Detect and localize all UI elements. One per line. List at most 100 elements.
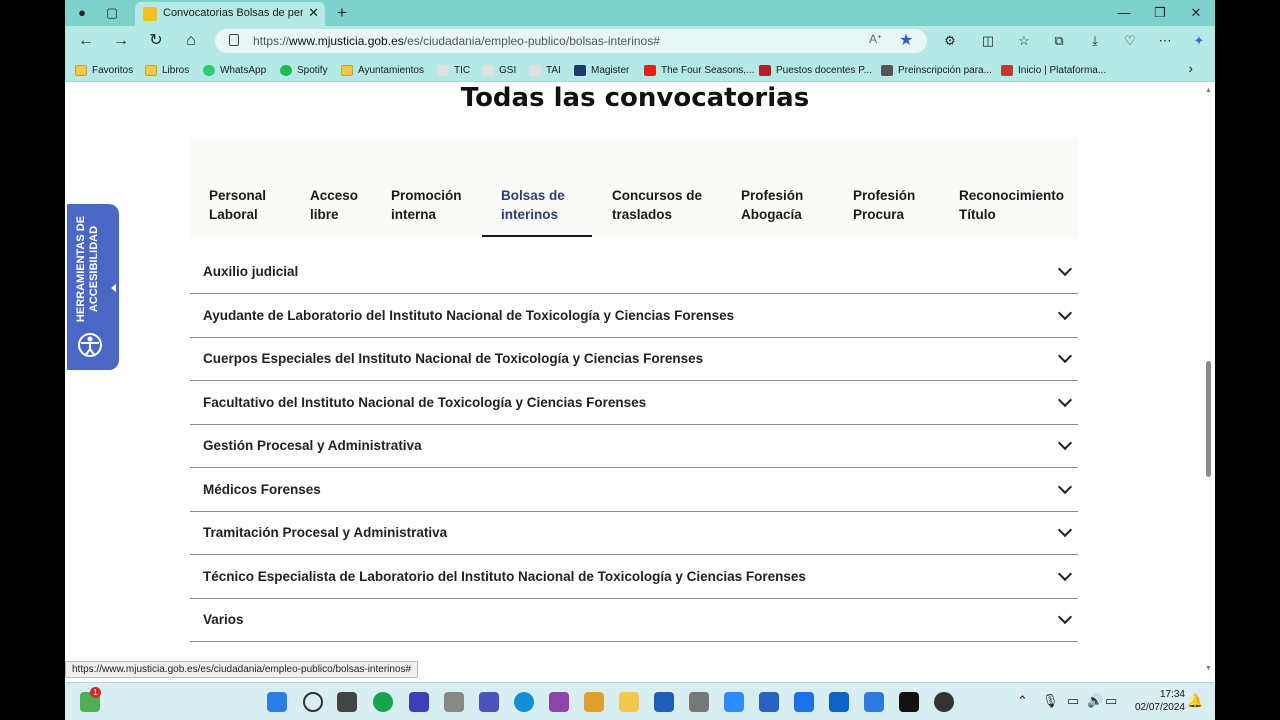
lock-icon[interactable] <box>229 34 239 46</box>
tab-profesion-abogacia[interactable]: Profesión Abogacía <box>741 186 803 224</box>
accordion-label: Cuerpos Especiales del Instituto Naciona… <box>203 351 704 366</box>
tab-personal-laboral[interactable]: Personal Laboral <box>209 186 266 224</box>
chevron-down-icon[interactable] <box>1057 261 1073 277</box>
mail-icon[interactable] <box>794 692 814 712</box>
powershell-icon[interactable] <box>759 692 779 712</box>
bookmark-libros[interactable]: Libros <box>145 62 189 78</box>
minimize-icon[interactable]: — <box>1109 3 1139 23</box>
app-icon[interactable] <box>373 692 393 712</box>
tab-concursos-traslados[interactable]: Concursos de traslados <box>612 186 702 224</box>
chevron-down-icon[interactable] <box>1057 305 1073 321</box>
tab-bolsas-interinos[interactable]: Bolsas de interinos <box>501 186 565 224</box>
collections-icon[interactable]: ⧉ <box>1049 31 1069 51</box>
more-options-icon[interactable]: ⋯ <box>1155 31 1175 51</box>
chevron-down-icon[interactable] <box>1057 566 1073 582</box>
tab-promocion-interna[interactable]: Promoción interna <box>391 186 462 224</box>
clock[interactable]: 17:34 02/07/2024 <box>1135 688 1185 714</box>
accordion-item[interactable]: Gestión Procesal y Administrativa <box>190 424 1078 468</box>
maximize-icon[interactable]: ❐ <box>1145 3 1175 23</box>
downloads-icon[interactable]: ⤓ <box>1085 31 1105 51</box>
bookmark-favoritos[interactable]: Favoritos <box>75 62 133 78</box>
clock-time: 17:34 <box>1159 689 1185 700</box>
close-tab-icon[interactable]: ✕ <box>308 5 319 21</box>
scroll-down-icon[interactable]: ▼ <box>1205 665 1212 672</box>
snipping-icon[interactable] <box>444 692 464 712</box>
accordion-item[interactable]: Varios <box>190 598 1078 642</box>
bookmark-gsi[interactable]: GSI <box>482 62 516 78</box>
app-icon[interactable] <box>934 692 954 712</box>
accordion-item[interactable]: Ayudante de Laboratorio del Instituto Na… <box>190 294 1078 338</box>
bookmark-tic[interactable]: TIC <box>437 62 470 78</box>
bookmark-spotify[interactable]: Spotify <box>280 62 328 78</box>
outlook-icon[interactable] <box>829 692 849 712</box>
page-icon <box>437 64 449 76</box>
calculator-icon[interactable] <box>689 692 709 712</box>
back-icon[interactable]: ← <box>75 31 97 51</box>
accordion-item[interactable]: Facultativo del Instituto Nacional de To… <box>190 381 1078 425</box>
close-window-icon[interactable]: ✕ <box>1181 3 1211 23</box>
new-tab-icon[interactable]: + <box>333 4 351 22</box>
scroll-up-icon[interactable]: ▲ <box>1205 87 1212 94</box>
accessibility-tools-tab[interactable]: HERRAMIENTAS DE ACCESIBILIDAD <box>67 204 119 370</box>
chevron-down-icon[interactable] <box>1057 609 1073 625</box>
refresh-icon[interactable]: ↻ <box>145 31 167 51</box>
teams-icon[interactable] <box>479 692 499 712</box>
extensions-icon[interactable]: ⚙ <box>940 31 960 51</box>
bookmark-puestos-docentes[interactable]: Puestos docentes P... <box>759 62 872 78</box>
chevron-down-icon[interactable] <box>1057 392 1073 408</box>
accordion-item[interactable]: Médicos Forenses <box>190 468 1078 512</box>
profile-icon[interactable]: ● <box>73 4 91 22</box>
read-aloud-icon[interactable]: Aᐩ <box>869 32 882 46</box>
tab-acceso-libre[interactable]: Acceso libre <box>310 186 358 224</box>
tab-reconocimiento-titulo[interactable]: Reconocimiento Título <box>959 186 1064 224</box>
tab-profesion-procura[interactable]: Profesión Procura <box>853 186 915 224</box>
favorites-icon[interactable]: ☆ <box>1014 31 1034 51</box>
browser-essentials-icon[interactable]: ♡ <box>1120 31 1140 51</box>
start-icon[interactable] <box>267 692 287 712</box>
bookmark-ayuntamientos[interactable]: Ayuntamientos <box>341 62 424 78</box>
chevron-down-icon[interactable] <box>1057 479 1073 495</box>
network-icon[interactable]: ▭ <box>1067 693 1079 709</box>
bookmark-four-seasons[interactable]: The Four Seasons,... <box>644 62 754 78</box>
bookmark-magister[interactable]: Magister <box>574 62 629 78</box>
chevron-down-icon[interactable] <box>1057 348 1073 364</box>
edge-icon[interactable] <box>514 692 534 712</box>
split-screen-icon[interactable]: ◫ <box>978 31 998 51</box>
favorite-star-icon[interactable]: ★ <box>899 30 913 50</box>
bookmark-tai[interactable]: TAI <box>529 62 561 78</box>
search-icon[interactable] <box>303 692 323 712</box>
app-icon[interactable] <box>864 692 884 712</box>
accordion-item[interactable]: Cuerpos Especiales del Instituto Naciona… <box>190 337 1078 381</box>
task-view-icon[interactable] <box>337 692 357 712</box>
app-icon[interactable] <box>409 692 429 712</box>
address-bar[interactable]: https://www.mjusticia.gob.es/es/ciudadan… <box>215 29 927 53</box>
chevron-right-icon[interactable]: › <box>1188 60 1193 76</box>
browser-tab-active[interactable]: Convocatorias Bolsas de persona ✕ <box>135 2 325 26</box>
store-icon[interactable] <box>654 692 674 712</box>
bookmark-preinscripcion[interactable]: Preinscripción para... <box>881 62 992 78</box>
bookmark-whatsapp[interactable]: WhatsApp <box>203 62 266 78</box>
battery-icon[interactable]: ▭ <box>1105 693 1117 709</box>
volume-icon[interactable]: 🔊 <box>1087 693 1103 709</box>
accordion-item[interactable]: Técnico Especialista de Laboratorio del … <box>190 555 1078 599</box>
page-scrollbar[interactable]: ▲ ▼ <box>1201 83 1215 676</box>
bell-icon[interactable]: 🔔 <box>1187 693 1203 709</box>
file-explorer-icon[interactable] <box>619 692 639 712</box>
zoom-icon[interactable] <box>724 692 744 712</box>
chevron-up-icon[interactable]: ⌃ <box>1017 693 1028 709</box>
home-icon[interactable]: ⌂ <box>180 31 202 51</box>
accordion-item[interactable]: Tramitación Procesal y Administrativa <box>190 511 1078 555</box>
copilot-icon[interactable]: ✦ <box>1189 31 1209 51</box>
accordion-item[interactable]: Auxilio judicial <box>190 250 1078 294</box>
app-icon[interactable] <box>549 692 569 712</box>
chevron-down-icon[interactable] <box>1057 522 1073 538</box>
scroll-thumb[interactable] <box>1206 361 1211 477</box>
bookmark-inicio-plataforma[interactable]: Inicio | Plataforma... <box>1001 62 1106 78</box>
tab-actions-icon[interactable]: ▢ <box>103 4 121 22</box>
building-icon <box>574 64 586 76</box>
media-icon[interactable] <box>584 692 604 712</box>
chevron-down-icon[interactable] <box>1057 435 1073 451</box>
terminal-icon[interactable] <box>899 692 919 712</box>
forward-icon[interactable]: → <box>110 31 132 51</box>
microphone-icon[interactable]: 🎙 <box>1042 693 1059 709</box>
